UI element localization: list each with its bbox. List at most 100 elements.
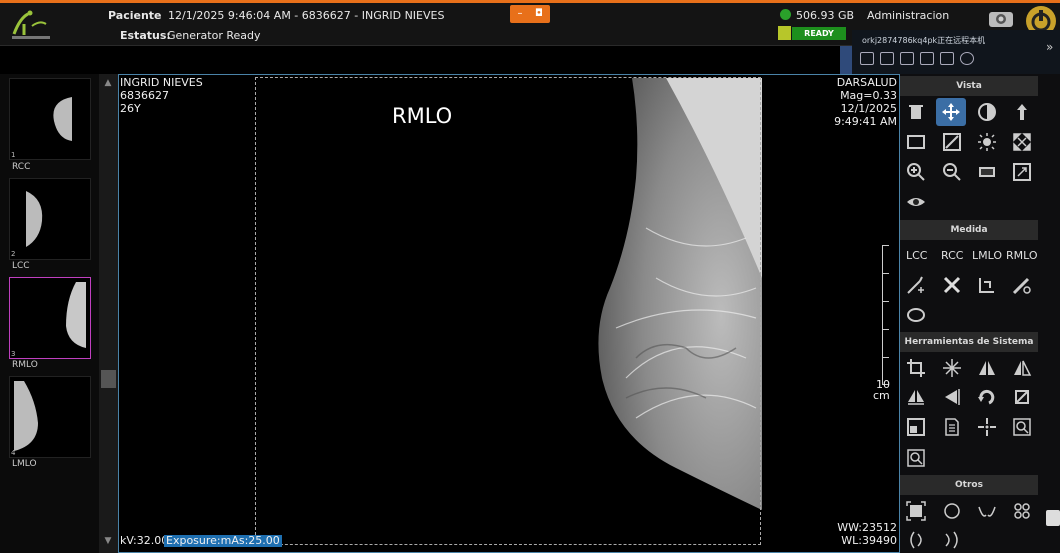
scale-ruler [882,245,890,385]
overlay-exposure: Exposure:mAs:25.00 [164,534,282,547]
breast-pair-icon[interactable] [975,499,999,523]
invert-icon[interactable] [1010,385,1034,409]
measure-view-rmlo[interactable]: RMLO [1006,249,1038,262]
mirror-left-icon[interactable] [975,356,999,380]
fullscreen-icon[interactable] [1010,160,1034,184]
thumbnail-label: LMLO [12,459,37,469]
actual-size-icon[interactable] [975,160,999,184]
clear-measure-icon[interactable] [940,273,964,297]
report-icon[interactable] [940,415,964,439]
scale-unit: cm [873,389,890,402]
measure-view-rcc[interactable]: RCC [941,249,963,262]
expand-arrows-icon[interactable] [1010,130,1034,154]
rotate-left-icon[interactable] [940,385,964,409]
contrast-icon[interactable] [975,100,999,124]
thumbnail-label: LCC [12,261,30,271]
zoom-out-icon[interactable] [940,160,964,184]
app-logo [12,10,50,39]
patient-value: 12/1/2025 9:46:04 AM - 6836627 - INGRID … [168,9,445,22]
section-vista: Vista [900,76,1038,96]
thumbnail-number: 3 [11,350,16,358]
left-breast-icon[interactable] [904,528,928,552]
gear-icon[interactable] [986,6,1016,30]
ruler-settings-icon[interactable] [1010,273,1034,297]
status-value: Generator Ready [167,29,261,42]
remote-session-text: orkj2874786kq4pk正在远程本机 [862,36,986,45]
thumbnail-lcc[interactable] [9,178,91,260]
thumbnail-rmlo[interactable] [9,277,91,359]
measure-view-lcc[interactable]: LCC [906,249,928,262]
link-icon[interactable] [1010,499,1034,523]
mirror-right-icon[interactable] [1010,356,1034,380]
rotate-icon[interactable] [975,385,999,409]
disk-status-icon [780,9,791,20]
expand-icon[interactable]: » [1046,40,1060,56]
section-otros: Otros [900,475,1038,495]
flip-vertical-icon[interactable] [1010,100,1034,124]
right-breast-icon[interactable] [940,528,964,552]
text-icon[interactable] [920,52,934,65]
file-icon[interactable] [940,52,954,65]
chat-icon[interactable] [860,52,874,65]
overlay-patient-id: 6836627 [120,89,169,102]
ready-badge: READY [792,27,846,40]
pan-icon[interactable] [936,98,966,126]
status-label: Estatus: [120,29,171,42]
overlay-wl: WL:39490 [841,534,897,547]
generator-icon [778,26,791,40]
thumbnail-lmlo[interactable] [9,376,91,458]
fit-window-icon[interactable] [904,130,928,154]
window-level-icon[interactable] [940,130,964,154]
side-tab[interactable] [840,46,852,74]
crop-icon[interactable] [904,356,928,380]
thumbnail-number: 2 [11,250,16,258]
eye-icon[interactable] [904,190,928,214]
capture-icon[interactable] [904,499,928,523]
remote-toolbar [860,50,1020,66]
thumbnail-number: 4 [11,449,16,457]
patient-label: Paciente [108,9,162,22]
angle-icon[interactable] [975,273,999,297]
scroll-thumb[interactable] [101,370,116,388]
settings-icon[interactable]: ◘ [532,7,546,21]
overlay-kv: kV:32.00 [120,534,169,547]
circle-outline-icon[interactable] [940,499,964,523]
magnifier-box-icon[interactable] [1010,415,1034,439]
disk-free: 506.93 GB [796,9,855,22]
mic-icon[interactable] [880,52,894,65]
thumbnail-image [14,381,38,451]
user-name[interactable]: Administracion [867,9,949,22]
flip-horizontal-icon[interactable] [904,385,928,409]
thumbnail-scrollbar[interactable]: ▲ ▼ [99,74,118,553]
scroll-down-icon[interactable]: ▼ [103,536,113,546]
delete-icon[interactable] [904,100,928,124]
thumbnail-number: 1 [11,151,16,159]
sparkle-icon[interactable] [940,356,964,380]
thumbnail-rcc[interactable] [9,78,91,160]
view-label: RMLO [392,104,453,128]
overlay-age: 26Y [120,102,141,115]
bottom-side-tab[interactable] [1046,510,1060,526]
brightness-icon[interactable] [975,130,999,154]
crosshair-icon[interactable] [975,415,999,439]
section-medida: Medida [900,220,1038,240]
scroll-up-icon[interactable]: ▲ [103,78,113,88]
detector-boundary [255,77,761,545]
overlay-ww: WW:23512 [837,521,897,534]
overlay-date: 12/1/2025 [840,102,897,115]
measure-view-lmlo[interactable]: LMLO [972,249,1002,262]
overlay-mag: Mag=0.33 [840,89,897,102]
section-herramientas: Herramientas de Sistema [900,332,1038,352]
accent-strip [0,0,1060,3]
overlay-time: 9:49:41 AM [834,115,897,128]
zoom-in-icon[interactable] [904,160,928,184]
ellipse-icon[interactable] [904,303,928,327]
thumbnail-image [26,191,43,247]
layout-icon[interactable] [904,415,928,439]
draw-measure-icon[interactable] [904,273,928,297]
search-icon[interactable] [904,446,928,470]
screen-icon[interactable] [900,52,914,65]
thumbnail-image [66,282,86,348]
minimize-icon[interactable]: – [513,7,527,21]
close-session-icon[interactable] [960,52,974,65]
